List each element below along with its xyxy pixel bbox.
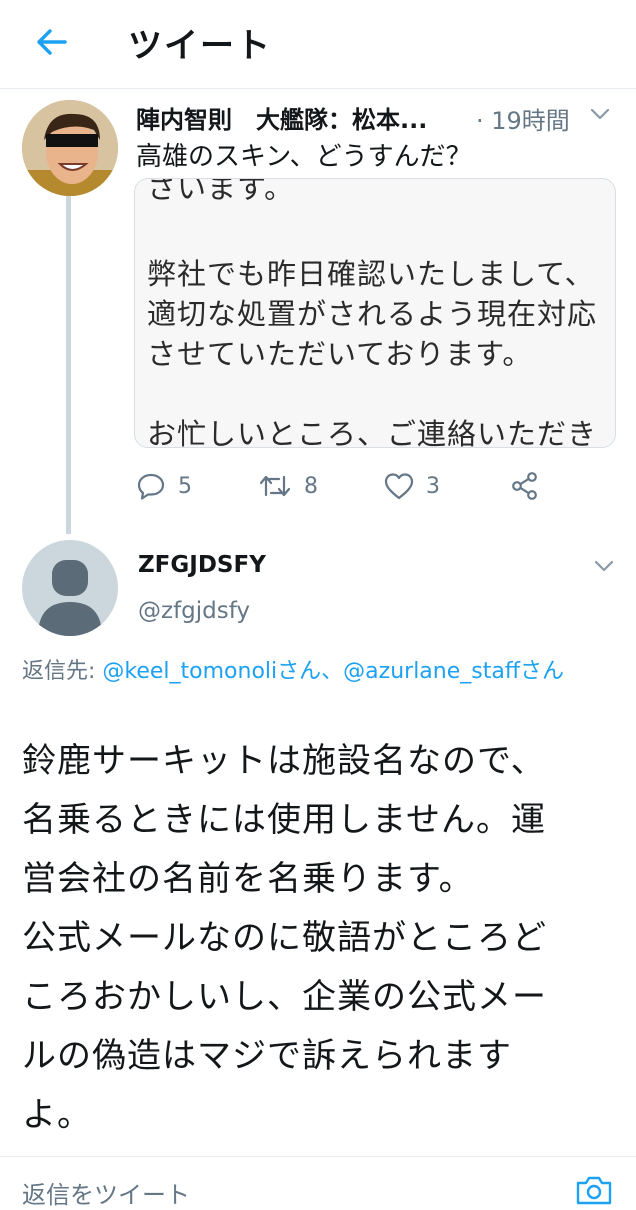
reply-count: 5 — [178, 473, 192, 499]
like-count: 3 — [426, 473, 440, 499]
reply-author-handle[interactable]: @zfgjdsfy — [138, 598, 250, 624]
reply-menu-button[interactable] — [592, 556, 616, 576]
reply-icon — [137, 473, 165, 500]
reply-button[interactable]: 5 — [136, 466, 192, 506]
like-button[interactable]: 3 — [384, 466, 440, 506]
tweet-menu-button[interactable] — [588, 104, 612, 124]
arrow-left-icon — [37, 29, 67, 55]
chevron-down-icon — [594, 560, 614, 572]
page-title: ツイート — [128, 26, 272, 66]
mention-suffix[interactable]: さん — [520, 659, 564, 684]
media-text-line: 適切な処置がされるよう現在対応 — [147, 297, 598, 331]
reply-tweet-text: 鈴鹿サーキットは施設名なので、 名乗るときには使用しません。運 営会社の名前を名… — [22, 741, 547, 1135]
avatar-photo — [22, 100, 118, 196]
person-silhouette-icon — [38, 560, 102, 636]
share-button[interactable] — [510, 466, 540, 506]
replying-label: 返信先: — [22, 659, 103, 684]
chevron-down-icon — [590, 108, 610, 120]
reply-compose-bar: 返信をツイート — [0, 1156, 636, 1209]
tweet-author-name[interactable]: 陣内智則 大艦隊：松本... — [136, 100, 427, 135]
reply-input[interactable]: 返信をツイート — [22, 1175, 190, 1210]
reply-author-name[interactable]: ZFGJDSFY — [138, 552, 266, 578]
camera-icon — [576, 1176, 612, 1205]
share-icon — [512, 472, 537, 500]
replying-to: 返信先: @keel_tomonoliさん、@azurlane_staffさん — [22, 656, 612, 687]
retweet-button[interactable]: 8 — [258, 466, 318, 506]
media-text-line: さいます。 — [147, 178, 295, 205]
mention-suffix[interactable]: さん、 — [277, 659, 343, 684]
media-text-line: 弊社でも昨日確認いたしまして、 — [147, 257, 595, 291]
mention-link[interactable]: @azurlane_staff — [343, 659, 520, 684]
avatar[interactable] — [22, 100, 118, 196]
media-text-line: お忙しいところ、ご連絡いただき — [147, 417, 598, 448]
default-avatar[interactable] — [22, 540, 118, 636]
media-text-line: させていただいております。 — [147, 337, 533, 371]
retweet-icon — [259, 475, 291, 497]
tweet-timestamp[interactable]: · 19時間 — [476, 101, 570, 136]
retweet-count: 8 — [304, 473, 318, 499]
tweet-media-image[interactable]: さいます。 弊社でも昨日確認いたしまして、 適切な処置がされるよう現在対応 させ… — [134, 178, 616, 448]
back-button[interactable] — [30, 22, 74, 62]
thread-connector — [66, 196, 71, 534]
mention-link[interactable]: @keel_tomonoli — [102, 659, 277, 684]
tweet-actions: 5 8 3 — [136, 466, 576, 506]
tweet-text: 高雄のスキン、どうすんだ？ — [136, 142, 472, 172]
heart-icon — [384, 473, 414, 500]
camera-button[interactable] — [574, 1173, 614, 1205]
top-bar: ツイート — [0, 0, 636, 89]
